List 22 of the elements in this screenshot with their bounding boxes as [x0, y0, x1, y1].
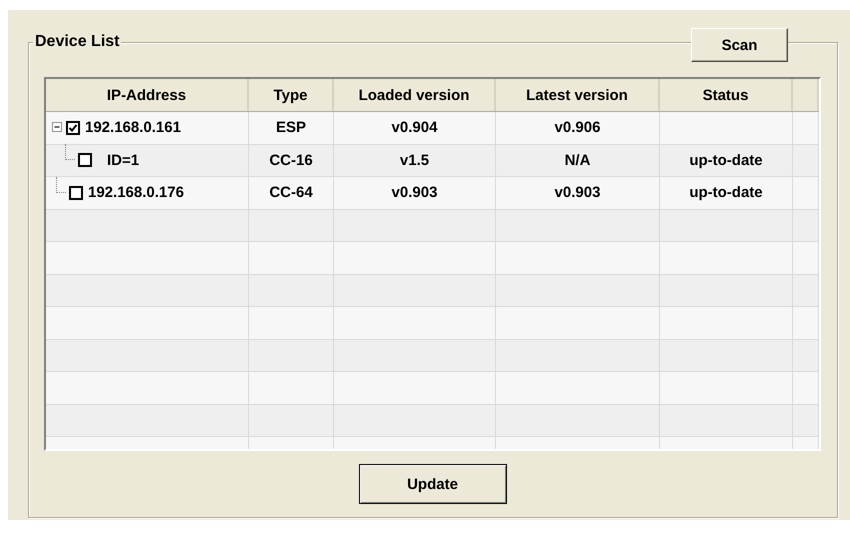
collapse-icon[interactable] [52, 122, 63, 134]
table-cell: v0.903 [392, 184, 438, 202]
table-cell: CC-64 [269, 184, 313, 202]
checkbox[interactable] [78, 153, 92, 168]
update-button[interactable]: Update [358, 464, 506, 504]
table-cell: v0.903 [554, 184, 600, 202]
tree-line [65, 144, 75, 160]
table-cell: v0.906 [554, 119, 600, 136]
ip-address: 192.168.0.176 [88, 184, 184, 202]
table-cell: CC-16 [269, 152, 313, 169]
ip-address: 192.168.0.161 [85, 119, 181, 136]
table-cell: v1.5 [400, 152, 430, 169]
table-cell: up-to-date [689, 184, 763, 202]
ip-address: ID=1 [107, 152, 140, 169]
table-cell: up-to-date [689, 152, 763, 169]
checkbox[interactable] [66, 120, 80, 135]
table-cell: ESP [276, 119, 306, 136]
scan-button[interactable]: Scan [691, 28, 788, 62]
tree-line [56, 176, 66, 193]
table-cell: v0.904 [392, 119, 438, 136]
table-cell: N/A [564, 152, 590, 169]
checkbox[interactable] [69, 186, 83, 200]
